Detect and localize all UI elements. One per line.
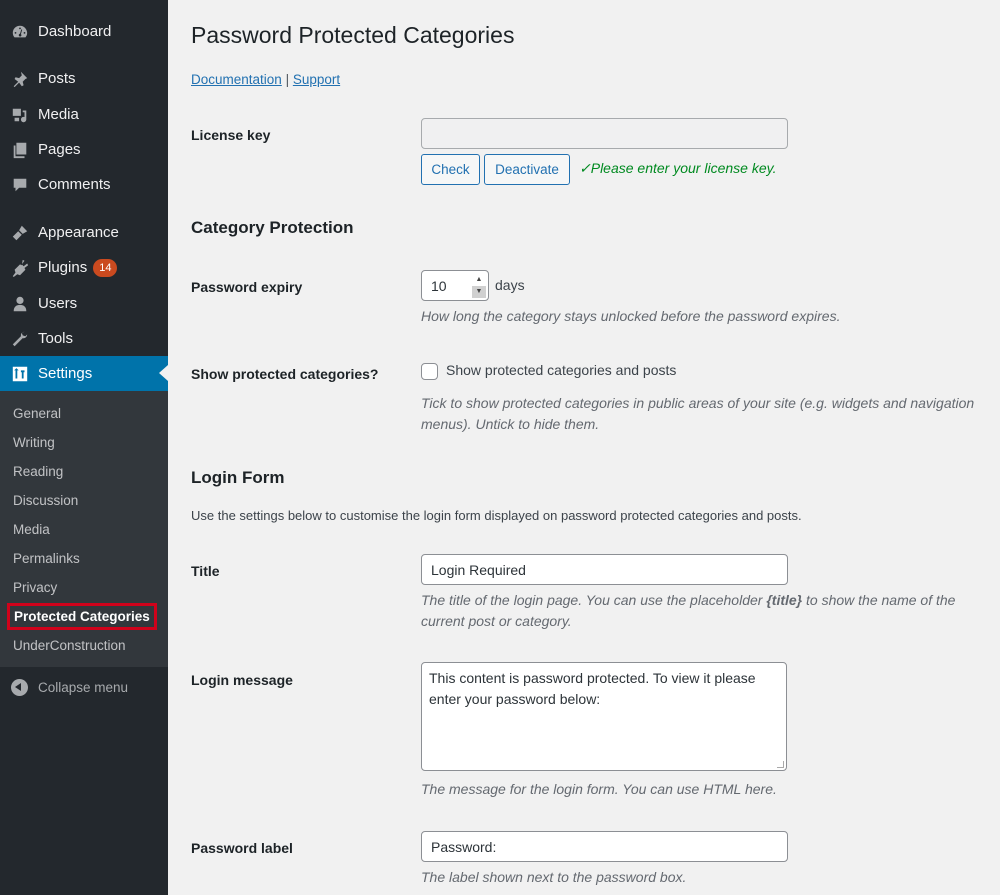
plugin-update-badge: 14 [93, 258, 118, 277]
login-message-value: This content is password protected. To v… [429, 670, 756, 707]
password-expiry-input[interactable]: 10 ▲ ▼ [421, 270, 489, 301]
menu-label: Plugins [38, 259, 88, 276]
password-label-label: Password label [191, 840, 293, 856]
license-status-text: Please enter your license key. [590, 160, 777, 176]
spin-up-icon[interactable]: ▲ [472, 273, 486, 286]
menu-label: Appearance [38, 224, 119, 241]
title-label: Title [191, 563, 220, 579]
login-message-textarea[interactable]: This content is password protected. To v… [421, 662, 787, 771]
settings-icon [10, 364, 30, 384]
help-links: Documentation | Support [191, 72, 340, 87]
menu-item-appearance[interactable]: Appearance [0, 215, 168, 250]
resize-handle-icon[interactable] [777, 761, 784, 768]
menu-item-dashboard[interactable]: Dashboard [0, 14, 168, 49]
menu-label: Users [38, 295, 78, 312]
login-message-label: Login message [191, 672, 293, 688]
password-expiry-label: Password expiry [191, 279, 303, 295]
main-content: Password Protected Categories Documentat… [168, 0, 1000, 895]
deactivate-button[interactable]: Deactivate [484, 154, 570, 185]
paintbrush-icon [10, 223, 30, 243]
link-separator: | [285, 72, 290, 87]
menu-item-pages[interactable]: Pages [0, 132, 168, 167]
settings-submenu: General Writing Reading Discussion Media… [0, 391, 168, 667]
submenu-item-protected-categories[interactable]: Protected Categories [0, 602, 168, 631]
collapse-label: Collapse menu [38, 679, 129, 695]
menu-item-users[interactable]: Users [0, 286, 168, 321]
license-key-label: License key [191, 127, 271, 143]
show-protected-label: Show protected categories? [191, 366, 379, 382]
menu-label: Comments [38, 176, 111, 193]
admin-sidebar: Dashboard Posts Media Pages Comments App… [0, 0, 168, 895]
user-icon [10, 294, 30, 314]
plugin-icon [10, 258, 30, 278]
license-status: ✓Please enter your license key. [579, 160, 776, 177]
menu-label: Settings [38, 365, 93, 382]
show-protected-checkbox-label[interactable]: Show protected categories and posts [446, 362, 676, 378]
menu-label: Pages [38, 141, 81, 158]
submenu-item-reading[interactable]: Reading [0, 457, 168, 486]
days-unit-label: days [495, 277, 525, 293]
active-indicator-arrow [159, 365, 168, 381]
login-form-heading: Login Form [191, 468, 285, 487]
submenu-item-underconstruction[interactable]: UnderConstruction [0, 631, 168, 660]
login-form-intro: Use the settings below to customise the … [191, 508, 802, 523]
password-expiry-description: How long the category stays unlocked bef… [421, 308, 841, 324]
check-button[interactable]: Check [421, 154, 480, 185]
submenu-item-discussion[interactable]: Discussion [0, 486, 168, 515]
checkmark-icon: ✓ [579, 160, 591, 176]
spin-down-icon[interactable]: ▼ [472, 285, 486, 298]
show-protected-description: Tick to show protected categories in pub… [421, 395, 975, 432]
license-key-input[interactable] [421, 118, 788, 149]
title-input[interactable]: Login Required [421, 554, 788, 585]
password-label-description: The label shown next to the password box… [421, 869, 687, 885]
support-link[interactable]: Support [293, 72, 340, 87]
number-spinner: ▲ ▼ [472, 273, 486, 298]
menu-item-tools[interactable]: Tools [0, 321, 168, 356]
show-protected-checkbox[interactable] [421, 363, 438, 380]
menu-item-posts[interactable]: Posts [0, 61, 168, 96]
menu-item-settings[interactable]: Settings [0, 356, 168, 391]
menu-item-media[interactable]: Media [0, 97, 168, 132]
wrench-icon [10, 329, 30, 349]
title-description: The title of the login page. You can use… [421, 592, 956, 629]
comment-icon [10, 175, 30, 195]
menu-label: Media [38, 106, 79, 123]
dashboard-icon [10, 22, 30, 42]
documentation-link[interactable]: Documentation [191, 72, 282, 87]
category-protection-heading: Category Protection [191, 218, 354, 237]
submenu-item-permalinks[interactable]: Permalinks [0, 544, 168, 573]
pages-icon [10, 140, 30, 160]
submenu-item-privacy[interactable]: Privacy [0, 573, 168, 602]
menu-label: Posts [38, 70, 76, 87]
menu-item-plugins[interactable]: Plugins 14 [0, 250, 168, 285]
collapse-menu-button[interactable]: Collapse menu [0, 670, 168, 704]
menu-label: Tools [38, 330, 74, 347]
page-title: Password Protected Categories [191, 22, 515, 48]
login-message-description: The message for the login form. You can … [421, 781, 777, 797]
password-label-input[interactable]: Password: [421, 831, 788, 862]
media-icon [10, 105, 30, 125]
submenu-item-writing[interactable]: Writing [0, 428, 168, 457]
title-placeholder-token: {title} [766, 592, 803, 608]
menu-item-comments[interactable]: Comments [0, 167, 168, 202]
submenu-item-general[interactable]: General [0, 399, 168, 428]
password-expiry-value: 10 [431, 277, 447, 294]
pin-icon [10, 69, 30, 89]
menu-label: Dashboard [38, 23, 112, 40]
collapse-arrow-icon [11, 678, 28, 696]
submenu-item-media[interactable]: Media [0, 515, 168, 544]
